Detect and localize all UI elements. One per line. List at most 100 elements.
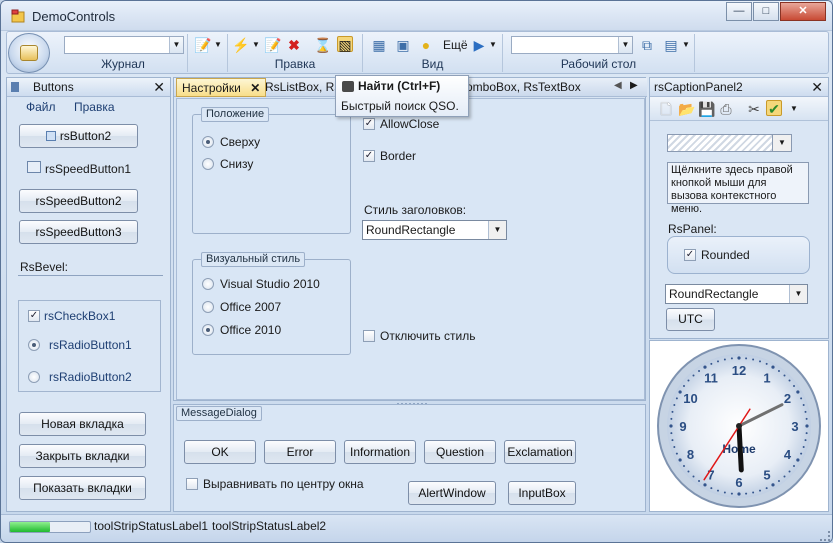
- border-label: Border: [380, 149, 417, 163]
- allow-close-checkbox[interactable]: ✓: [363, 118, 375, 130]
- layout-icon[interactable]: ▤: [663, 37, 679, 53]
- journal-combo[interactable]: ▼: [64, 36, 184, 54]
- cut-icon[interactable]: ✂: [746, 101, 762, 117]
- rs-button-2[interactable]: rsButton2: [19, 124, 138, 148]
- clock-tick: [671, 439, 674, 442]
- tooltip-title: Найти (Ctrl+F): [358, 79, 441, 93]
- menu-file[interactable]: Файл: [26, 100, 56, 114]
- position-group: Положение Сверху Снизу: [192, 107, 351, 234]
- close-tabs-button[interactable]: Закрыть вкладки: [19, 444, 146, 468]
- exclamation-button[interactable]: Exclamation: [504, 440, 576, 464]
- tooltip-text: Быстрый поиск QSO.: [341, 99, 459, 113]
- radio-bottom[interactable]: [202, 158, 214, 170]
- question-button[interactable]: Question: [424, 440, 496, 464]
- tab-scroll-left-icon[interactable]: ◀: [614, 80, 622, 91]
- disable-style-checkbox[interactable]: [363, 330, 375, 342]
- grid-icon[interactable]: ▦: [371, 37, 387, 53]
- hour-hand: [736, 423, 744, 473]
- save-icon[interactable]: 💾: [698, 101, 715, 117]
- input-box-button[interactable]: InputBox: [508, 481, 576, 505]
- clock-tick: [703, 365, 707, 369]
- clock-number: 10: [683, 391, 697, 406]
- desktop-combo[interactable]: ▼: [511, 36, 633, 54]
- close-button[interactable]: ✕: [780, 2, 826, 21]
- chevron-down-icon[interactable]: ▼: [485, 37, 501, 53]
- chevron-down-icon[interactable]: ▼: [786, 101, 802, 117]
- open-folder-icon[interactable]: 📂: [678, 101, 695, 117]
- edit-icon[interactable]: 📝: [264, 37, 281, 53]
- radio-top[interactable]: [202, 136, 214, 148]
- clock-tick: [737, 492, 741, 496]
- chevron-down-icon: ▼: [772, 134, 792, 152]
- show-tabs-button[interactable]: Показать вкладки: [19, 476, 146, 500]
- rounded-checkbox[interactable]: ✓: [684, 249, 696, 261]
- center-window-checkbox[interactable]: [186, 478, 198, 490]
- close-icon[interactable]: ✕: [250, 81, 260, 95]
- menu-edit[interactable]: Правка: [74, 100, 115, 114]
- rs-radio-button-1[interactable]: [28, 339, 40, 351]
- window-icon[interactable]: ▣: [395, 37, 411, 53]
- radio-office2010[interactable]: [202, 324, 214, 336]
- visual-style-group: Визуальный стиль Visual Studio 2010 Offi…: [192, 252, 351, 355]
- utc-button[interactable]: UTC: [666, 308, 715, 331]
- hourglass-icon[interactable]: ⌛: [314, 37, 331, 53]
- message-dialog-panel: MessageDialog OK Error Information Quest…: [173, 404, 646, 512]
- caption-toolbar: 🗋 📂 💾 ⎙ ✂ ✔ ▼: [650, 97, 828, 121]
- clock-tick: [783, 475, 786, 478]
- bevel-box: ✓ rsCheckBox1 rsRadioButton1 rsRadioButt…: [18, 300, 161, 392]
- clock-tick: [800, 452, 803, 455]
- more-button[interactable]: Ещё: [443, 38, 468, 52]
- clock-tick: [710, 487, 713, 490]
- clock-panel: 121234567891011 Home: [649, 340, 829, 512]
- minimize-button[interactable]: —: [726, 2, 752, 21]
- header-style-label: Стиль заголовков:: [364, 203, 467, 217]
- radio-vs2010[interactable]: [202, 278, 214, 290]
- copy-window-icon[interactable]: ⧉: [639, 37, 655, 53]
- clock-tick: [745, 357, 748, 360]
- new-tab-button[interactable]: Новая вкладка: [19, 412, 146, 436]
- color-combo[interactable]: ▼: [667, 134, 792, 152]
- rs-speed-button-3[interactable]: rsSpeedButton3: [19, 220, 138, 244]
- rs-checkbox-1[interactable]: ✓: [28, 310, 40, 322]
- lightning-icon[interactable]: ⚡: [232, 37, 249, 53]
- message-dialog-title: MessageDialog: [176, 406, 262, 421]
- tab-settings[interactable]: Настройки ✕: [176, 78, 267, 97]
- border-checkbox[interactable]: ✓: [363, 150, 375, 162]
- alert-window-button[interactable]: AlertWindow: [408, 481, 496, 505]
- panel-style-combo[interactable]: RoundRectangle ▼: [665, 284, 808, 304]
- check-icon[interactable]: ✔: [766, 100, 782, 117]
- rs-speed-button-2[interactable]: rsSpeedButton2: [19, 189, 138, 213]
- ribbon-group-label: Журнал: [101, 57, 145, 71]
- ok-button[interactable]: OK: [184, 440, 256, 464]
- resize-grip[interactable]: [820, 531, 830, 541]
- information-button[interactable]: Information: [344, 440, 416, 464]
- close-icon[interactable]: ✕: [153, 78, 165, 96]
- maximize-button[interactable]: □: [753, 2, 779, 21]
- edit-doc-icon[interactable]: 📝: [194, 37, 211, 53]
- tab-scroll-right-icon[interactable]: ▶: [630, 80, 638, 91]
- delete-icon[interactable]: ✖: [286, 37, 302, 53]
- chevron-down-icon[interactable]: ▼: [248, 37, 264, 53]
- buttons-panel: Buttons ✕ Файл Правка rsButton2 rsSpeedB…: [6, 77, 171, 512]
- print-icon[interactable]: ⎙: [718, 101, 734, 117]
- rs-radio-button-2[interactable]: [28, 371, 40, 383]
- tab-combobox[interactable]: omboBox, RsTextBox: [461, 78, 586, 97]
- lightbulb-icon[interactable]: ●: [418, 37, 434, 53]
- chevron-down-icon[interactable]: ▼: [678, 37, 694, 53]
- new-file-icon[interactable]: 🗋: [658, 101, 674, 117]
- close-icon[interactable]: ✕: [811, 78, 823, 96]
- rs-speed-button-1[interactable]: rsSpeedButton1: [45, 162, 131, 176]
- application-menu-button[interactable]: [8, 33, 50, 73]
- radio-top-label: Сверху: [220, 135, 261, 149]
- header-style-combo[interactable]: RoundRectangle ▼: [362, 220, 507, 240]
- radio-office2007[interactable]: [202, 301, 214, 313]
- clock-tick: [675, 452, 678, 455]
- binoculars-icon[interactable]: ▧: [337, 36, 353, 53]
- chevron-down-icon[interactable]: ▼: [210, 37, 226, 53]
- error-button[interactable]: Error: [264, 440, 336, 464]
- clock-tick: [673, 403, 676, 406]
- chevron-down-icon: ▼: [169, 37, 183, 53]
- radio-office2010-label: Office 2010: [220, 323, 282, 337]
- menu-icon: [20, 45, 38, 61]
- context-hint[interactable]: Щёлкните здесь правой кнопкой мыши для в…: [667, 162, 809, 215]
